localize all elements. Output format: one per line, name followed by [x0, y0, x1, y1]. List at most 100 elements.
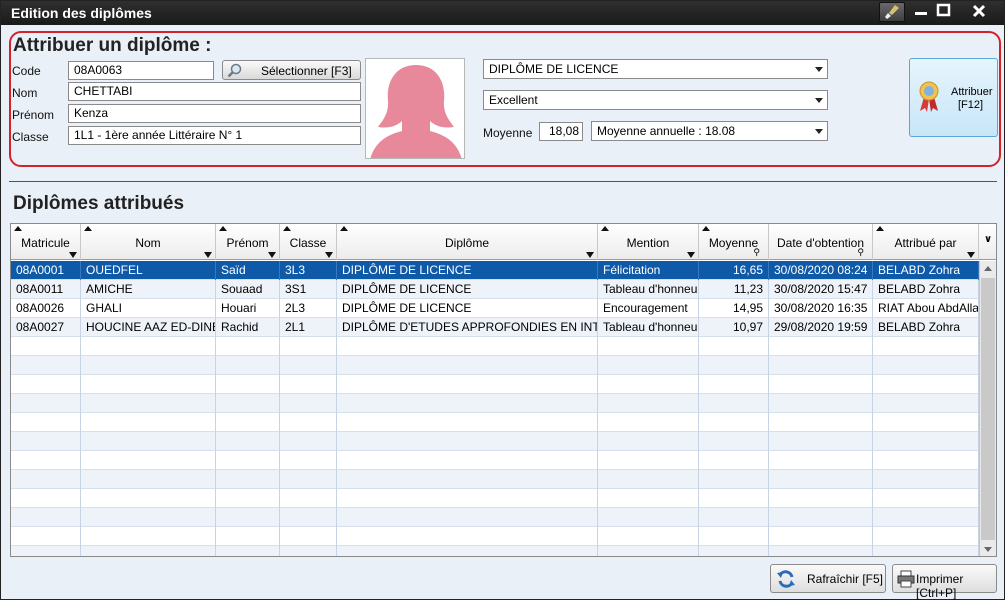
mention-select[interactable]: Excellent: [483, 90, 828, 110]
scroll-thumb[interactable]: [981, 278, 995, 540]
table-cell: [769, 508, 873, 527]
table-cell: 2L3: [280, 299, 337, 318]
select-student-button[interactable]: Sélectionner [F3]: [222, 60, 361, 80]
table-cell: [216, 451, 280, 470]
column-header-diplome[interactable]: Diplôme: [337, 224, 598, 260]
vertical-scrollbar[interactable]: [979, 261, 996, 556]
table-cell: [873, 375, 979, 394]
filter-icon[interactable]: [325, 252, 333, 258]
filter-icon[interactable]: [967, 252, 975, 258]
moyenne-field[interactable]: 18,08: [539, 122, 583, 141]
filter-icon[interactable]: [204, 252, 212, 258]
table-cell: 30/08/2020 15:47: [769, 280, 873, 299]
table-cell: BELABD Zohra: [873, 261, 979, 280]
column-chooser-icon[interactable]: ∨: [979, 224, 996, 260]
table-cell: AMICHE: [81, 280, 216, 299]
empty-table-row[interactable]: [11, 527, 979, 546]
table-cell: [598, 546, 699, 556]
code-field[interactable]: 08A0063: [68, 61, 214, 80]
column-header-date[interactable]: Date d'obtention ⚲: [769, 224, 873, 260]
table-cell: [81, 527, 216, 546]
mention-select-value: Excellent: [489, 93, 538, 107]
table-cell: [280, 394, 337, 413]
refresh-icon: [776, 569, 796, 592]
table-cell: Rachid: [216, 318, 280, 337]
nom-label: Nom: [12, 86, 38, 100]
column-header-attribue-par[interactable]: Attribué par: [873, 224, 979, 260]
table-cell: [873, 508, 979, 527]
empty-table-row[interactable]: [11, 413, 979, 432]
empty-table-row[interactable]: [11, 375, 979, 394]
empty-table-row[interactable]: [11, 546, 979, 556]
table-cell: [337, 508, 598, 527]
close-icon[interactable]: [956, 1, 1002, 21]
filter-icon[interactable]: [687, 252, 695, 258]
table-cell: [11, 337, 81, 356]
table-cell: [280, 546, 337, 556]
table-cell: [216, 508, 280, 527]
table-cell: [598, 394, 699, 413]
chevron-down-icon: [815, 129, 823, 134]
print-button[interactable]: Imprimer [Ctrl+P]: [892, 564, 997, 600]
empty-table-row[interactable]: [11, 470, 979, 489]
maximize-icon[interactable]: [929, 1, 959, 21]
moyenne-type-select-value: Moyenne annuelle : 18.08: [597, 124, 736, 138]
column-header-prenom[interactable]: Prénom: [216, 224, 280, 260]
table-cell: [337, 337, 598, 356]
table-cell: [769, 527, 873, 546]
nom-field[interactable]: CHETTABI: [68, 82, 361, 101]
table-cell: BELABD Zohra: [873, 280, 979, 299]
empty-table-row[interactable]: [11, 356, 979, 375]
search-icon[interactable]: ⚲: [857, 247, 864, 258]
empty-table-row[interactable]: [11, 489, 979, 508]
table-cell: 08A0011: [11, 280, 81, 299]
filter-icon[interactable]: [69, 252, 77, 258]
table-cell: [598, 508, 699, 527]
table-cell: [699, 546, 769, 556]
table-row[interactable]: 08A0026 GHALI Houari 2L3 DIPLÔME DE LICENCE E…: [11, 299, 979, 318]
scroll-down-icon[interactable]: [984, 547, 992, 552]
table-row[interactable]: 08A0011 AMICHE Souaad 3S1 DIPLÔME DE LICENCE…: [11, 280, 979, 299]
table-row[interactable]: 08A0027 HOUCINE AAZ ED-DINE Rachid 2L1 DIPLÔ…: [11, 318, 979, 337]
classe-field[interactable]: 1L1 - 1ère année Littéraire N° 1: [68, 126, 361, 145]
empty-table-row[interactable]: [11, 394, 979, 413]
attribuer-button[interactable]: Attribuer [F12]: [909, 58, 998, 137]
column-header-moyenne[interactable]: Moyenne ⚲: [699, 224, 769, 260]
column-header-nom[interactable]: Nom: [81, 224, 216, 260]
table-cell: Saïd: [216, 261, 280, 280]
empty-table-row[interactable]: [11, 337, 979, 356]
table-row[interactable]: 08A0001 OUEDFEL Saïd 3L3 DIPLÔME DE LICENCE F…: [11, 261, 979, 280]
column-header-matricule[interactable]: Matricule: [11, 224, 81, 260]
brush-icon[interactable]: [879, 2, 905, 22]
list-title: Diplômes attribués: [13, 193, 185, 214]
table-cell: [699, 394, 769, 413]
refresh-button[interactable]: Rafraîchir [F5]: [770, 564, 886, 593]
filter-icon[interactable]: [586, 252, 594, 258]
column-header-mention[interactable]: Mention: [598, 224, 699, 260]
sort-icon: [702, 226, 710, 231]
scroll-up-icon[interactable]: [984, 266, 992, 271]
search-icon[interactable]: ⚲: [753, 247, 760, 258]
empty-table-row[interactable]: [11, 451, 979, 470]
table-cell: [81, 508, 216, 527]
table-cell: [699, 432, 769, 451]
student-photo: [365, 58, 465, 159]
table-cell: [337, 546, 598, 556]
table-cell: [769, 470, 873, 489]
table-cell: [699, 413, 769, 432]
empty-table-row[interactable]: [11, 508, 979, 527]
moyenne-type-select[interactable]: Moyenne annuelle : 18.08: [591, 121, 828, 141]
table-cell: [769, 337, 873, 356]
table-cell: [598, 337, 699, 356]
table-cell: OUEDFEL: [81, 261, 216, 280]
diplome-select[interactable]: DIPLÔME DE LICENCE: [483, 59, 828, 79]
table-cell: [216, 489, 280, 508]
column-header-classe[interactable]: Classe: [280, 224, 337, 260]
table-cell: [699, 470, 769, 489]
table-cell: 2L1: [280, 318, 337, 337]
table-cell: [280, 432, 337, 451]
table-cell: [81, 356, 216, 375]
prenom-field[interactable]: Kenza: [68, 104, 361, 123]
filter-icon[interactable]: [268, 252, 276, 258]
empty-table-row[interactable]: [11, 432, 979, 451]
